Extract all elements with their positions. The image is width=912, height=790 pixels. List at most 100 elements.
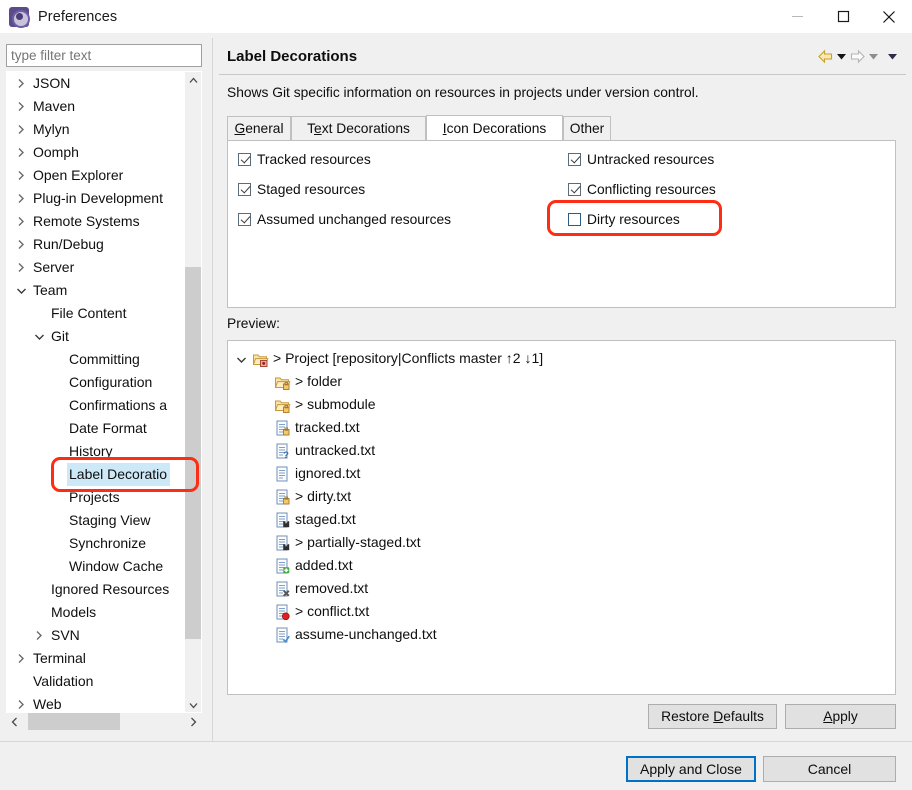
- checkbox-conflicting-resources[interactable]: Conflicting resources: [568, 179, 716, 199]
- preview-row: *staged.txt: [228, 508, 895, 531]
- sidebar-item-label: Open Explorer: [31, 164, 123, 187]
- panel-divider: [212, 38, 213, 741]
- svg-text:?: ?: [283, 450, 289, 459]
- view-menu-icon[interactable]: [887, 52, 898, 61]
- scroll-left-icon[interactable]: [6, 713, 23, 730]
- sidebar-item-committing[interactable]: Committing: [7, 348, 187, 371]
- chevron-down-icon[interactable]: [13, 279, 29, 302]
- sidebar-item-web[interactable]: Web: [7, 693, 187, 713]
- cancel-label: Cancel: [808, 761, 852, 777]
- hscroll-thumb[interactable]: [28, 713, 120, 730]
- sidebar-item-maven[interactable]: Maven: [7, 95, 187, 118]
- checkbox-box[interactable]: [238, 183, 251, 196]
- back-dropdown-icon[interactable]: [836, 52, 847, 61]
- checkbox-box[interactable]: [568, 183, 581, 196]
- preview-row: tracked.txt: [228, 416, 895, 439]
- cancel-button[interactable]: Cancel: [763, 756, 896, 782]
- checkbox-untracked-resources[interactable]: Untracked resources: [568, 149, 714, 169]
- sidebar-item-label: SVN: [49, 624, 80, 647]
- sidebar-item-label: Projects: [67, 486, 120, 509]
- minimize-button[interactable]: [774, 0, 820, 33]
- chevron-right-icon[interactable]: [13, 210, 29, 233]
- chevron-right-icon[interactable]: [13, 233, 29, 256]
- chevron-right-icon[interactable]: [13, 693, 29, 713]
- sidebar-item-server[interactable]: Server: [7, 256, 187, 279]
- scroll-up-icon[interactable]: [185, 72, 201, 89]
- chevron-right-icon[interactable]: [13, 647, 29, 670]
- preview-tree: > Project [repository|Conflicts master ↑…: [227, 340, 896, 695]
- chevron-right-icon[interactable]: [13, 256, 29, 279]
- sidebar-item-configuration[interactable]: Configuration: [7, 371, 187, 394]
- filter-input[interactable]: [6, 44, 202, 67]
- sidebar-item-oomph[interactable]: Oomph: [7, 141, 187, 164]
- sidebar-item-team[interactable]: Team: [7, 279, 187, 302]
- checkbox-box[interactable]: [568, 153, 581, 166]
- restore-defaults-label: Restore Defaults: [661, 709, 764, 724]
- sidebar-item-run-debug[interactable]: Run/Debug: [7, 233, 187, 256]
- chevron-right-icon[interactable]: [13, 187, 29, 210]
- scroll-right-icon[interactable]: [185, 713, 202, 730]
- chevron-down-icon[interactable]: [31, 325, 47, 348]
- checkbox-box[interactable]: [238, 213, 251, 226]
- chevron-right-icon[interactable]: [31, 624, 47, 647]
- maximize-button[interactable]: [820, 0, 866, 33]
- tab-label: General: [234, 121, 283, 136]
- sidebar-item-projects[interactable]: Projects: [7, 486, 187, 509]
- svg-text:*: *: [285, 520, 288, 529]
- chevron-right-icon[interactable]: [13, 164, 29, 187]
- chevron-right-icon[interactable]: [13, 141, 29, 164]
- sidebar-item-staging-view[interactable]: Staging View: [7, 509, 187, 532]
- sidebar-item-label: Window Cache: [67, 555, 163, 578]
- sidebar-item-label: Confirmations a: [67, 394, 167, 417]
- preview-row: > submodule: [228, 393, 895, 416]
- sidebar-item-remote-systems[interactable]: Remote Systems: [7, 210, 187, 233]
- sidebar-item-models[interactable]: Models: [7, 601, 187, 624]
- chevron-right-icon[interactable]: [13, 118, 29, 141]
- tab-other[interactable]: Other: [563, 116, 611, 140]
- sidebar-item-terminal[interactable]: Terminal: [7, 647, 187, 670]
- sidebar-item-open-explorer[interactable]: Open Explorer: [7, 164, 187, 187]
- preview-row-label: > Project [repository|Conflicts master ↑…: [273, 350, 543, 366]
- tree-horizontal-scrollbar[interactable]: [6, 713, 202, 730]
- sidebar-item-svn[interactable]: SVN: [7, 624, 187, 647]
- checkbox-tracked-resources[interactable]: Tracked resources: [238, 149, 371, 169]
- checkbox-assumed-unchanged-resources[interactable]: Assumed unchanged resources: [238, 209, 451, 229]
- checkbox-box[interactable]: [568, 213, 581, 226]
- sidebar-item-history[interactable]: History: [7, 440, 187, 463]
- scroll-thumb[interactable]: [185, 267, 201, 639]
- apply-button[interactable]: Apply: [785, 704, 896, 729]
- sidebar-item-plug-in-development[interactable]: Plug-in Development: [7, 187, 187, 210]
- scroll-down-icon[interactable]: [185, 697, 201, 713]
- apply-and-close-button[interactable]: Apply and Close: [626, 756, 756, 782]
- sidebar-item-git[interactable]: Git: [7, 325, 187, 348]
- checkbox-box[interactable]: [238, 153, 251, 166]
- restore-defaults-button[interactable]: Restore Defaults: [648, 704, 777, 729]
- sidebar-item-mylyn[interactable]: Mylyn: [7, 118, 187, 141]
- chevron-right-icon[interactable]: [13, 95, 29, 118]
- sidebar-item-label: Label Decoratio: [67, 463, 170, 486]
- back-arrow-icon[interactable]: [817, 49, 834, 64]
- preview-row: > folder: [228, 370, 895, 393]
- sidebar-item-label: Synchronize: [67, 532, 146, 555]
- close-button[interactable]: [866, 0, 912, 33]
- sidebar-item-json[interactable]: JSON: [7, 72, 187, 95]
- tab-icon-decorations[interactable]: Icon Decorations: [426, 115, 563, 140]
- tree-scroll-area: JSONMavenMylynOomphOpen ExplorerPlug-in …: [7, 72, 187, 713]
- checkbox-staged-resources[interactable]: Staged resources: [238, 179, 365, 199]
- tab-general[interactable]: General: [227, 116, 291, 140]
- chevron-down-icon[interactable]: [236, 348, 252, 371]
- sidebar-item-synchronize[interactable]: Synchronize: [7, 532, 187, 555]
- checkbox-dirty-resources[interactable]: Dirty resources: [568, 209, 680, 229]
- sidebar-item-window-cache[interactable]: Window Cache: [7, 555, 187, 578]
- sidebar-item-file-content[interactable]: File Content: [7, 302, 187, 325]
- sidebar-item-label-decoratio[interactable]: Label Decoratio: [7, 463, 187, 486]
- sidebar-item-date-format[interactable]: Date Format: [7, 417, 187, 440]
- tab-text-decorations[interactable]: Text Decorations: [291, 116, 426, 140]
- svg-text:*: *: [285, 543, 288, 552]
- sidebar-item-ignored-resources[interactable]: Ignored Resources: [7, 578, 187, 601]
- chevron-right-icon[interactable]: [13, 72, 29, 95]
- tree-vertical-scrollbar[interactable]: [185, 72, 201, 713]
- sidebar-item-validation[interactable]: Validation: [7, 670, 187, 693]
- preferences-tree[interactable]: JSONMavenMylynOomphOpen ExplorerPlug-in …: [6, 71, 202, 713]
- sidebar-item-confirmations-a[interactable]: Confirmations a: [7, 394, 187, 417]
